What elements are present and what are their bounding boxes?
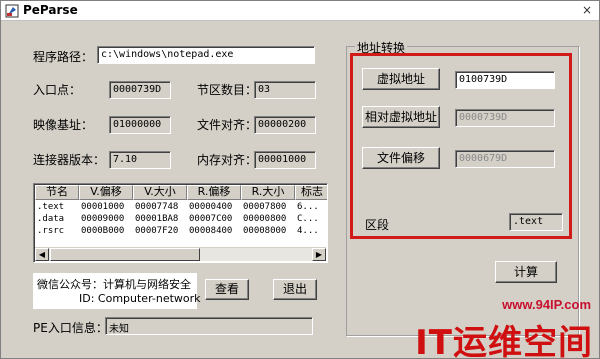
table-row[interactable]: .data 00009000 00001BA8 00007C00 0000080…: [35, 213, 327, 225]
cell-voffset: 00009000: [81, 214, 125, 224]
file-offset-button[interactable]: 文件偏移: [362, 147, 440, 169]
cell-rsize: 00007800: [243, 202, 287, 212]
cell-flags: 4...: [297, 226, 319, 236]
section-table-header: 节名 V.偏移 V.大小 R.偏移 R.大小 标志: [35, 185, 327, 200]
scroll-right-icon[interactable]: ▶: [312, 248, 326, 261]
sections-count-label: 节区数目：: [197, 83, 258, 97]
cell-flags: C...: [297, 214, 319, 224]
rva-field[interactable]: 0000739D: [455, 109, 555, 127]
view-button[interactable]: 查看: [205, 279, 249, 300]
col-header-flags[interactable]: 标志: [295, 185, 327, 200]
mem-align-field: 00001000: [254, 151, 316, 169]
cell-name: .text: [37, 202, 65, 212]
cell-rsize: 00000800: [243, 214, 287, 224]
section-table-body: .text 00001000 00007748 00000400 0000780…: [35, 201, 327, 237]
table-row[interactable]: .text 00001000 00007748 00000400 0000780…: [35, 201, 327, 213]
file-align-field: 00000200: [254, 116, 316, 134]
cell-vsize: 00007748: [135, 202, 179, 212]
cell-vsize: 00001BA8: [135, 214, 179, 224]
cell-voffset: 0000B000: [81, 226, 125, 236]
path-field[interactable]: c:\windows\notepad.exe: [97, 46, 315, 64]
entry-field: 0000739D: [109, 81, 171, 99]
watermark-brand: IT运维空间: [415, 323, 593, 359]
cell-roffset: 00007C00: [189, 214, 233, 224]
va-button[interactable]: 虚拟地址: [362, 68, 440, 90]
info-line-1: 微信公众号：计算机与网络安全: [37, 278, 191, 291]
rva-button[interactable]: 相对虚拟地址: [362, 106, 440, 128]
file-align-label: 文件对齐：: [197, 118, 258, 132]
path-label: 程序路径：: [33, 50, 94, 64]
table-row[interactable]: .rsrc 0000B000 00007F20 00008400 0000800…: [35, 225, 327, 237]
cell-roffset: 00000400: [189, 202, 233, 212]
app-icon: [5, 4, 19, 18]
cell-roffset: 00008400: [189, 226, 233, 236]
linker-label: 连接器版本：: [33, 153, 106, 167]
title-bar: PeParse ×: [1, 1, 599, 21]
col-header-voffset[interactable]: V.偏移: [79, 185, 133, 200]
col-header-rsize[interactable]: R.大小: [241, 185, 295, 200]
scroll-thumb[interactable]: [50, 248, 200, 261]
entry-label: 入口点：: [33, 83, 82, 97]
cell-flags: 6...: [297, 202, 319, 212]
scroll-left-icon[interactable]: ◀: [35, 248, 49, 261]
cell-name: .data: [37, 214, 65, 224]
main-window: PeParse × 程序路径： c:\windows\notepad.exe 入…: [0, 0, 600, 359]
mem-align-label: 内存对齐：: [197, 153, 258, 167]
pe-entry-info-field: 未知: [105, 317, 313, 335]
file-offset-field[interactable]: 0000679D: [455, 150, 555, 168]
cell-vsize: 00007F20: [135, 226, 179, 236]
section-field: .text: [509, 213, 563, 231]
info-line-2: ID: Computer-network: [79, 292, 201, 305]
image-base-label: 映像基址：: [33, 118, 94, 132]
calc-button[interactable]: 计算: [495, 261, 557, 283]
col-header-name[interactable]: 节名: [35, 185, 79, 200]
cell-name: .rsrc: [37, 226, 65, 236]
col-header-roffset[interactable]: R.偏移: [187, 185, 241, 200]
pe-entry-info-label: PE入口信息：: [33, 321, 108, 335]
exit-button[interactable]: 退出: [273, 279, 317, 300]
window-title: PeParse: [23, 3, 78, 17]
linker-field: 7.10: [109, 151, 171, 169]
sections-count-field: 03: [254, 81, 316, 99]
image-base-field: 01000000: [109, 116, 171, 134]
info-box: 微信公众号：计算机与网络安全 ID: Computer-network: [33, 273, 201, 309]
va-field[interactable]: 0100739D: [455, 71, 555, 89]
horizontal-scrollbar[interactable]: ◀ ▶: [35, 247, 326, 261]
cell-rsize: 00008000: [243, 226, 287, 236]
section-table[interactable]: 节名 V.偏移 V.大小 R.偏移 R.大小 标志 .text 00001000…: [33, 183, 328, 263]
cell-voffset: 00001000: [81, 202, 125, 212]
close-icon[interactable]: ×: [579, 3, 595, 17]
watermark-url: www.94IP.com: [502, 297, 591, 312]
col-header-vsize[interactable]: V.大小: [133, 185, 187, 200]
section-label: 区段: [365, 218, 390, 232]
